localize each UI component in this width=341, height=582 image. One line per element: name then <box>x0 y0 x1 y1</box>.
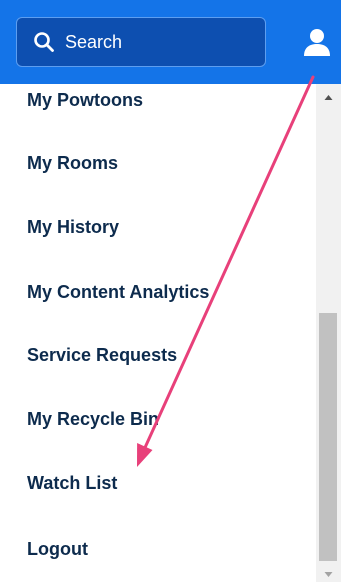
search-icon <box>34 32 54 52</box>
search-input[interactable] <box>65 31 255 53</box>
menu-item-watch-list[interactable]: Watch List <box>27 468 117 498</box>
menu-item-my-recycle-bin[interactable]: My Recycle Bin <box>27 404 159 434</box>
menu-item-my-powtoons[interactable]: My Powtoons <box>27 85 143 115</box>
user-icon[interactable] <box>300 27 334 59</box>
menu-item-my-content-analytics[interactable]: My Content Analytics <box>27 277 209 307</box>
scroll-down-arrow-icon[interactable] <box>316 564 341 582</box>
menu-item-service-requests[interactable]: Service Requests <box>27 340 177 370</box>
scrollbar-thumb[interactable] <box>319 313 337 561</box>
vertical-scrollbar[interactable] <box>316 84 341 582</box>
scroll-up-arrow-icon[interactable] <box>316 84 341 108</box>
search-box[interactable] <box>16 17 266 67</box>
account-menu: My Powtoons My Rooms My History My Conte… <box>0 84 316 582</box>
menu-item-my-rooms[interactable]: My Rooms <box>27 148 118 178</box>
top-header <box>0 0 341 84</box>
menu-item-my-history[interactable]: My History <box>27 212 119 242</box>
menu-item-logout[interactable]: Logout <box>27 534 88 564</box>
